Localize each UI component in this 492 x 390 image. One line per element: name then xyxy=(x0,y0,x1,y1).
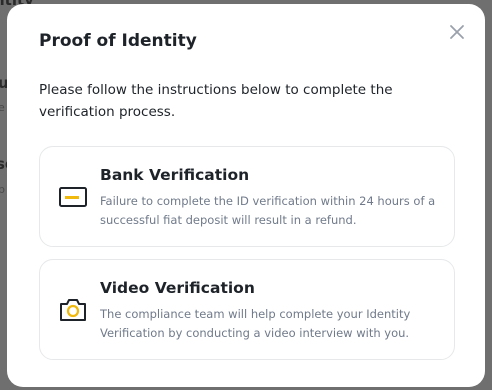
bank-verification-title: Bank Verification xyxy=(100,166,250,184)
bank-verification-description: Failure to complete the ID verification … xyxy=(100,194,436,227)
camera-icon xyxy=(58,297,88,323)
close-icon xyxy=(450,25,464,39)
instructions-text: Please follow the instructions below to … xyxy=(39,82,393,120)
background-text-fragment: b xyxy=(0,183,5,196)
background-text-fragment: e xyxy=(0,101,5,114)
video-verification-option[interactable]: Video Verification The compliance team w… xyxy=(39,259,455,360)
bank-card-icon xyxy=(58,184,88,210)
video-verification-description: The compliance team will help complete y… xyxy=(100,307,411,340)
proof-of-identity-modal: Proof of Identity Please follow the inst… xyxy=(7,4,485,387)
video-verification-title: Video Verification xyxy=(100,279,255,297)
modal-title: Proof of Identity xyxy=(39,31,197,51)
bank-verification-option[interactable]: Bank Verification Failure to complete th… xyxy=(39,146,455,247)
close-button[interactable] xyxy=(447,22,467,42)
